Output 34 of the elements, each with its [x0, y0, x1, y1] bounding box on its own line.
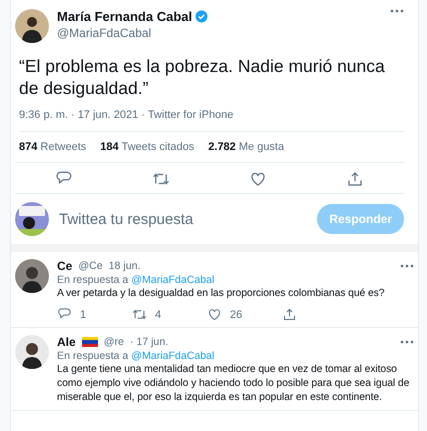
author-name[interactable]: María Fernanda Cabal	[57, 9, 192, 24]
author-handle[interactable]: @MariaFdaCabal	[57, 26, 382, 40]
retweet-count: 4	[155, 308, 162, 320]
mention-link[interactable]: @MariaFdaCabal	[131, 350, 214, 362]
like-count: 26	[230, 308, 242, 320]
more-icon[interactable]	[400, 340, 414, 344]
reply-text: La gente tiene una mentalidad tan mediocre que en vez de tomar al exitoso como ejemplo vive odiándolo y haciendo todo lo posible para que sea igual de miserable que el, por eso la izquierda es tan popular en este continente.	[57, 363, 410, 405]
avatar[interactable]	[15, 259, 49, 293]
tweet-timestamp[interactable]: 9:36 p. m. · 17 jun. 2021 · Twitter for iPhone	[19, 109, 404, 132]
more-icon[interactable]	[400, 264, 414, 268]
reply-context: En respuesta a @MariaFdaCabal	[57, 350, 216, 362]
user-handle[interactable]: @re	[104, 336, 124, 348]
stat-link[interactable]: 184 Tweets citados	[100, 141, 194, 153]
reply-date[interactable]: 18 jun.	[108, 260, 140, 272]
like-icon[interactable]	[249, 170, 268, 188]
like-icon[interactable]	[207, 307, 222, 322]
reply-context: En respuesta a @MariaFdaCabal	[57, 274, 216, 286]
reply-text: A ver petarda y la desigualdad en las proporciones colombianas qué es?	[57, 287, 386, 301]
user-handle[interactable]: @Ce	[78, 260, 103, 272]
share-icon[interactable]	[346, 170, 364, 188]
share-icon[interactable]	[282, 307, 297, 322]
stat-link[interactable]: 2.782 Me gusta	[208, 141, 284, 153]
reply-date[interactable]: · 17 jun.	[130, 336, 168, 348]
tweet-text: “El problema es la pobreza. Nadie murió nunca de desigualdad.”	[19, 55, 386, 99]
stat-link[interactable]: 874 Retweets	[19, 141, 86, 153]
user-name[interactable]: Ale	[57, 335, 76, 349]
retweet-icon[interactable]	[152, 170, 170, 188]
reply-count: 1	[80, 308, 86, 320]
retweet-icon[interactable]	[132, 307, 147, 322]
avatar[interactable]	[15, 335, 49, 369]
avatar[interactable]	[15, 9, 49, 43]
user-name[interactable]: Ce	[57, 259, 72, 273]
mention-link[interactable]: @MariaFdaCabal	[131, 274, 214, 286]
more-icon[interactable]	[390, 9, 404, 13]
